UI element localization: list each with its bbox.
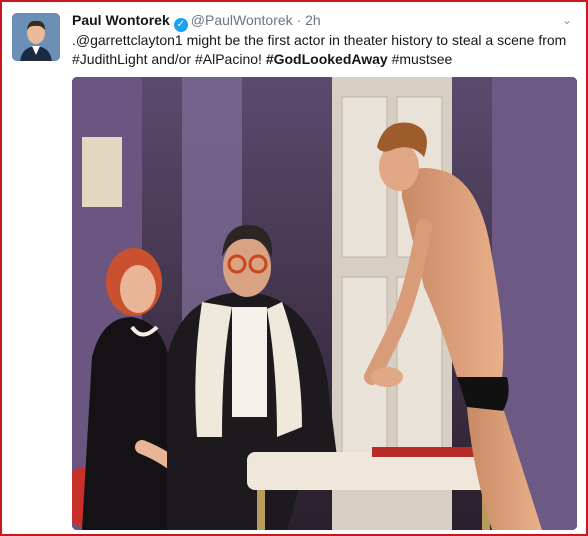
author-handle[interactable]: @PaulWontorek — [191, 12, 293, 28]
tweet-header: Paul Wontorek ✓ @PaulWontorek · 2h — [72, 11, 321, 32]
verified-badge-icon: ✓ — [173, 18, 188, 32]
tweet-text: .@garrettclayton1 might be the first act… — [72, 31, 577, 69]
hashtag-link[interactable]: #GodLookedAway — [266, 51, 388, 67]
tweet-card: Paul Wontorek ✓ @PaulWontorek · 2h ⌄ .@gar… — [0, 0, 588, 536]
stage-photo-image — [72, 77, 577, 530]
separator: · — [296, 12, 302, 28]
tweet-photo[interactable] — [72, 77, 577, 530]
person-avatar-icon — [12, 13, 60, 61]
avatar[interactable] — [12, 13, 60, 61]
chevron-down-icon[interactable]: ⌄ — [562, 13, 572, 27]
tweet-text-part: #mustsee — [387, 51, 453, 67]
author-name[interactable]: Paul Wontorek — [72, 12, 170, 28]
timestamp[interactable]: 2h — [305, 12, 321, 28]
